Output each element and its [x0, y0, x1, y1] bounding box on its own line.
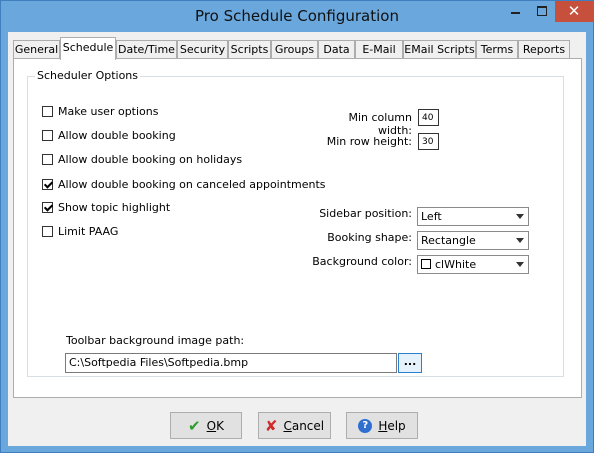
min-column-width-input[interactable]: 40 — [418, 109, 439, 126]
checkbox-label: Allow double booking — [58, 128, 176, 142]
dialog-window: Pro Schedule Configuration ✕ General Sch… — [0, 0, 594, 453]
ok-button[interactable]: ✔ OK — [170, 412, 242, 439]
checkbox-box[interactable] — [42, 225, 53, 237]
checkbox-limit-paag[interactable]: Limit PAAG — [42, 223, 118, 239]
tab-e-mail[interactable]: E-Mail — [355, 40, 403, 58]
booking-shape-select[interactable]: Rectangle — [417, 231, 529, 250]
cancel-label: Cancel — [283, 418, 325, 433]
maximize-button[interactable] — [529, 1, 555, 22]
tab-reports[interactable]: Reports — [518, 40, 570, 58]
tab-terms[interactable]: Terms — [476, 40, 518, 58]
schedule-tab-page: Scheduler Options Make user options Allo… — [13, 58, 582, 398]
toolbar-image-path-label: Toolbar background image path: — [66, 334, 245, 347]
checkmark-icon: ✔ — [188, 416, 201, 435]
checkbox-double-booking-canceled[interactable]: Allow double booking on canceled appoint… — [42, 176, 326, 192]
dialog-client: General Schedule Date/Time Security Scri… — [8, 32, 586, 446]
checkbox-label: Show topic highlight — [58, 200, 171, 214]
close-button[interactable]: ✕ — [555, 1, 593, 22]
sidebar-position-value: Left — [421, 210, 442, 223]
tab-groups[interactable]: Groups — [271, 40, 318, 58]
tab-date-time[interactable]: Date/Time — [116, 40, 177, 58]
chevron-down-icon[interactable] — [516, 238, 524, 243]
tab-schedule[interactable]: Schedule — [60, 37, 116, 60]
background-color-label: Background color: — [312, 255, 412, 268]
checkbox-box[interactable] — [42, 178, 53, 190]
browse-button[interactable]: ... — [398, 353, 422, 373]
checkbox-label: Limit PAAG — [58, 224, 119, 238]
tab-email-scripts[interactable]: EMail Scripts — [403, 40, 476, 58]
chevron-down-icon[interactable] — [516, 214, 524, 219]
min-column-width-label: Min column width: — [348, 111, 412, 137]
checkbox-label: Make user options — [58, 104, 159, 118]
background-color-select[interactable]: clWhite — [417, 255, 529, 274]
tab-security[interactable]: Security — [177, 40, 228, 58]
checkbox-box[interactable] — [42, 129, 53, 141]
group-title: Scheduler Options — [35, 69, 141, 82]
checkbox-label: Allow double booking on holidays — [58, 152, 243, 166]
checkbox-show-topic-highlight[interactable]: Show topic highlight — [42, 199, 170, 215]
cancel-button[interactable]: ✘ Cancel — [258, 412, 331, 439]
min-row-height-input[interactable]: 30 — [418, 133, 439, 150]
checkbox-box[interactable] — [42, 153, 53, 165]
x-icon: ✘ — [264, 416, 278, 435]
help-icon: ? — [358, 418, 373, 433]
ok-label: OK — [206, 418, 224, 433]
checkbox-double-booking-holidays[interactable]: Allow double booking on holidays — [42, 151, 242, 167]
minimize-button[interactable] — [502, 1, 529, 22]
tab-data[interactable]: Data — [318, 40, 355, 58]
min-row-height-label: Min row height: — [326, 135, 412, 148]
sidebar-position-label: Sidebar position: — [319, 207, 412, 220]
booking-shape-label: Booking shape: — [327, 231, 412, 244]
tab-general[interactable]: General — [13, 40, 60, 58]
checkbox-box[interactable] — [42, 201, 53, 213]
checkbox-make-user-options[interactable]: Make user options — [42, 103, 158, 119]
tab-scripts[interactable]: Scripts — [228, 40, 271, 58]
chevron-down-icon[interactable] — [516, 262, 524, 267]
help-button[interactable]: ? Help — [346, 412, 418, 439]
color-swatch — [421, 259, 431, 269]
background-color-value: clWhite — [435, 258, 477, 271]
toolbar-image-path-input[interactable]: C:\Softpedia Files\Softpedia.bmp — [65, 353, 397, 373]
sidebar-position-select[interactable]: Left — [417, 207, 529, 226]
checkbox-label: Allow double booking on canceled appoint… — [58, 177, 326, 191]
checkbox-allow-double-booking[interactable]: Allow double booking — [42, 127, 176, 143]
checkbox-box[interactable] — [42, 105, 53, 117]
help-label: Help — [378, 418, 406, 433]
title-bar[interactable]: Pro Schedule Configuration ✕ — [1, 1, 593, 32]
booking-shape-value: Rectangle — [421, 234, 476, 247]
